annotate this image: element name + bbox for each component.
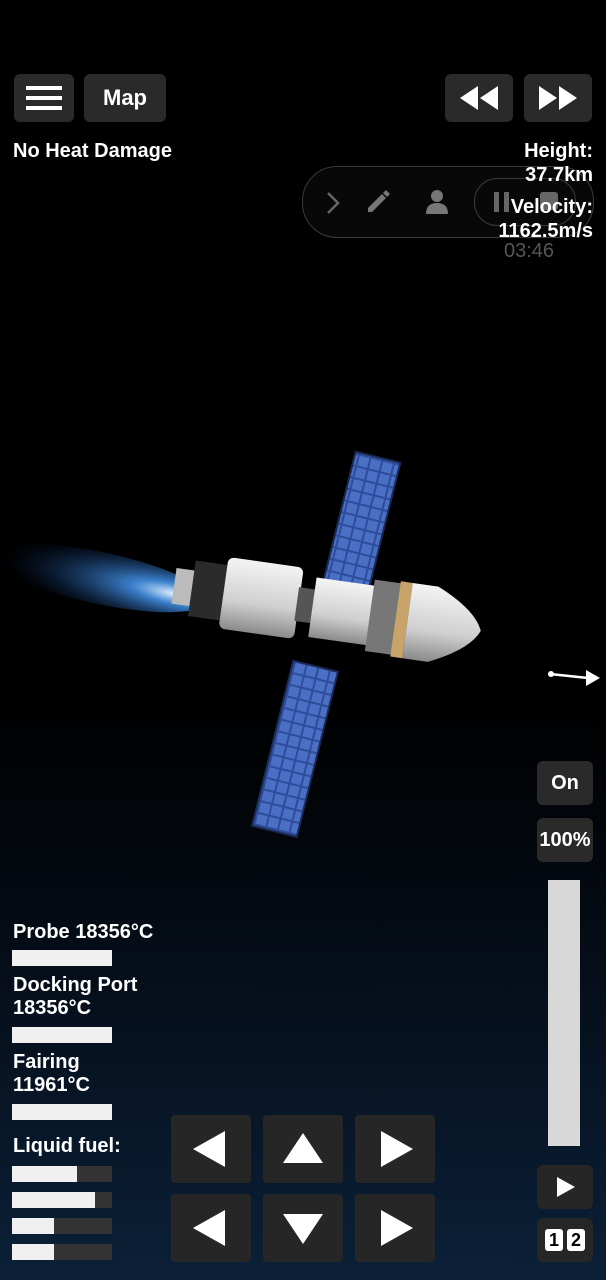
fuel-tank-bar	[12, 1192, 112, 1208]
move-right-icon	[381, 1210, 413, 1246]
thrust-up-button[interactable]	[263, 1115, 343, 1183]
docking-port-temp-value: 18356°C	[13, 997, 92, 1019]
person-icon[interactable]	[424, 188, 450, 216]
pencil-icon[interactable]	[364, 188, 392, 216]
thrust-up-icon	[283, 1133, 323, 1163]
heat-status-text: No Heat Damage	[13, 140, 172, 162]
rotate-left-button[interactable]	[171, 1115, 251, 1183]
engine-toggle-button[interactable]: On	[537, 761, 593, 805]
rotate-right-icon	[381, 1131, 413, 1167]
fuel-tank-bar	[12, 1166, 112, 1182]
move-left-icon	[193, 1210, 225, 1246]
height-label: Height:	[524, 140, 593, 162]
probe-temp-bar	[12, 950, 112, 966]
fairing-temp-value: 11961°C	[13, 1074, 90, 1096]
probe-temp-label: Probe 18356°C	[13, 921, 154, 943]
rotate-left-icon	[193, 1131, 225, 1167]
thrust-down-icon	[283, 1214, 323, 1244]
spacecraft	[0, 450, 481, 839]
move-left-button[interactable]	[171, 1194, 251, 1262]
chevron-right-icon[interactable]	[324, 190, 342, 216]
throttle-slider[interactable]	[548, 880, 580, 1146]
fairing-temp-bar	[12, 1104, 112, 1120]
fast-forward-button[interactable]	[524, 74, 592, 122]
liquid-fuel-label: Liquid fuel:	[13, 1135, 121, 1157]
fast-forward-icon	[539, 86, 577, 110]
fuel-tank-bar	[12, 1244, 112, 1260]
stage-play-button[interactable]	[537, 1165, 593, 1209]
fairing-temp-label: Fairing	[13, 1051, 80, 1073]
height-value: 37.7km	[525, 164, 593, 186]
stage-2[interactable]: 2	[567, 1229, 585, 1251]
rewind-icon	[460, 86, 498, 110]
play-icon	[557, 1177, 575, 1197]
hamburger-menu-icon	[26, 86, 62, 110]
menu-button[interactable]	[14, 74, 74, 122]
stage-selector[interactable]: 1 2	[537, 1218, 593, 1262]
pause-icon[interactable]	[492, 190, 512, 214]
rewind-button[interactable]	[445, 74, 513, 122]
move-right-button[interactable]	[355, 1194, 435, 1262]
map-button[interactable]: Map	[84, 74, 166, 122]
velocity-label: Velocity:	[510, 196, 593, 218]
fuel-tank-bar	[12, 1218, 112, 1234]
solar-panel-lower	[250, 659, 340, 839]
docking-port-temp-bar	[12, 1027, 112, 1043]
docking-port-temp-label: Docking Port	[13, 974, 138, 996]
thrust-down-button[interactable]	[263, 1194, 343, 1262]
rotate-right-button[interactable]	[355, 1115, 435, 1183]
direction-arrow-icon	[548, 670, 600, 686]
stage-1[interactable]: 1	[545, 1229, 563, 1251]
recording-timer: 03:46	[504, 240, 555, 262]
velocity-value: 1162.5m/s	[498, 220, 593, 242]
throttle-percent: 100%	[537, 818, 593, 862]
throttle-fill	[548, 880, 580, 1146]
